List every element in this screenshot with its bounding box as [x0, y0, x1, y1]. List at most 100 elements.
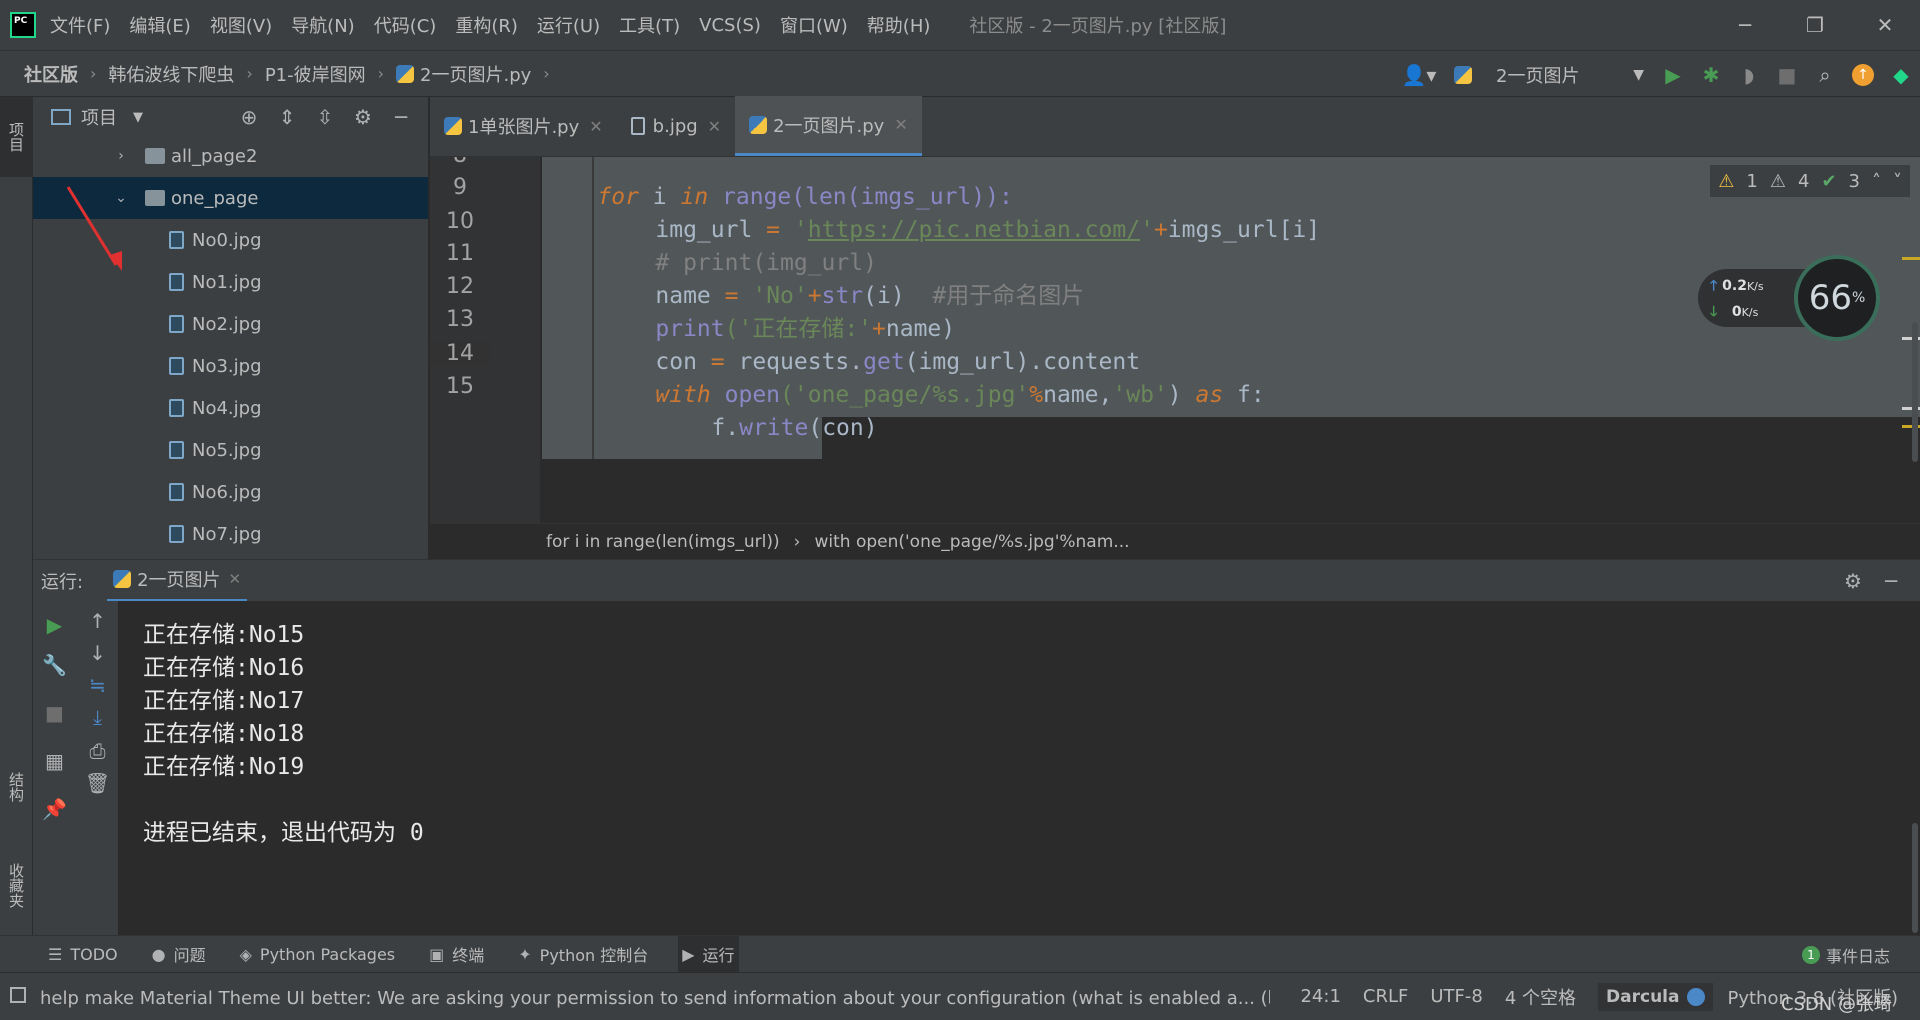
code-token: (con) [808, 415, 878, 441]
update-icon[interactable]: ↑ [1844, 51, 1882, 98]
tab-file-1[interactable]: 1单张图片.py ✕ [430, 96, 617, 156]
trash-icon[interactable]: 🗑 [76, 771, 119, 795]
tree-file[interactable]: No5.jpg [33, 429, 428, 471]
chevron-right-icon[interactable]: › [111, 148, 131, 164]
tree-item-label: No2.jpg [192, 313, 262, 335]
cursor-position[interactable]: 24:1 [1300, 986, 1340, 1007]
status-message[interactable]: help make Material Theme UI better: We a… [40, 984, 1270, 1010]
folder-icon [145, 148, 165, 164]
file-encoding[interactable]: UTF-8 [1430, 986, 1482, 1007]
project-panel: 项目 ▼ ⊕ ⇕ ⇳ ⚙ ─ › all_page2 ⌄ one_page No0.jp… [33, 97, 429, 559]
python-console-tool-button[interactable]: ✦ Python 控制台 [514, 936, 652, 973]
locate-icon[interactable]: ⊕ [230, 105, 268, 129]
stop-icon[interactable]: ■ [33, 701, 76, 725]
problems-tool-button[interactable]: ● 问题 [148, 936, 210, 973]
toggle-tool-windows-icon[interactable] [10, 987, 26, 1003]
run-tool-button[interactable]: ▶ 运行 [678, 935, 739, 973]
close-window-icon[interactable]: ✕ [1850, 13, 1920, 37]
todo-tool-button[interactable]: ☰ TODO [44, 936, 122, 973]
chevron-up-icon[interactable]: ˄ [1872, 171, 1881, 192]
close-icon[interactable]: ✕ [229, 570, 242, 588]
close-icon[interactable]: ✕ [894, 115, 907, 134]
code-editor[interactable]: 8 9 10 11 12 13 14 15 for i in range(len… [430, 157, 1920, 523]
menu-window[interactable]: 窗口(W) [780, 12, 848, 38]
code-breadcrumb-item[interactable]: with open('one_page/%s.jpg'%nam... [814, 532, 1129, 552]
line-number: 8 [430, 157, 490, 168]
menu-run[interactable]: 运行(U) [537, 12, 600, 38]
menu-file[interactable]: 文件(F) [50, 12, 110, 38]
breadcrumb-project[interactable]: 社区版 [24, 61, 78, 87]
scroll-to-end-icon[interactable]: ⤓ [76, 705, 119, 729]
chevron-right-icon: › [543, 64, 550, 83]
indent-setting[interactable]: 4 个空格 [1505, 984, 1576, 1010]
pin-icon[interactable]: 📌 [33, 797, 76, 821]
expand-all-icon[interactable]: ⇕ [268, 105, 306, 129]
layout-icon[interactable]: ▦ [33, 749, 76, 773]
coverage-icon[interactable]: ◗ [1730, 51, 1768, 98]
run-tab[interactable]: 2一页图片 ✕ [107, 560, 248, 602]
gear-icon[interactable]: ⚙ [1834, 569, 1872, 593]
terminal-tool-button[interactable]: ▣ 终端 [425, 936, 488, 973]
hide-panel-icon[interactable]: ─ [1872, 569, 1910, 593]
tab-label: 2一页图片.py [773, 115, 885, 137]
menu-help[interactable]: 帮助(H) [867, 12, 931, 38]
tab-file-2[interactable]: b.jpg ✕ [617, 96, 735, 156]
inspection-widget[interactable]: ⚠ 1 ⚠ 4 ✔ 3 ˄ ˅ [1710, 165, 1910, 197]
stop-icon[interactable]: ■ [1768, 51, 1806, 98]
arrow-down-icon[interactable]: ↓ [76, 641, 119, 665]
breadcrumb-file[interactable]: 2一页图片.py [396, 61, 531, 87]
rerun-icon[interactable]: ▶ [33, 613, 76, 637]
run-configuration-select[interactable]: 2一页图片 ▼ [1444, 62, 1654, 88]
favorites-tool-tab[interactable]: 收藏夹 [0, 835, 33, 935]
tab-file-3[interactable]: 2一页图片.py ✕ [735, 96, 922, 156]
chevron-down-icon[interactable]: ▼ [133, 110, 143, 125]
code-breadcrumb-item[interactable]: for i in range(len(imgs_url)) [546, 532, 780, 552]
collapse-all-icon[interactable]: ⇳ [306, 105, 344, 129]
soft-wrap-icon[interactable]: ≒ [76, 673, 119, 697]
python-packages-tool-button[interactable]: ◈ Python Packages [236, 936, 400, 973]
run-icon[interactable]: ▶ [1654, 51, 1692, 98]
run-toolbar-secondary: ↑ ↓ ≒ ⤓ ⎙ 🗑 [76, 601, 119, 935]
close-icon[interactable]: ✕ [708, 117, 721, 136]
project-tool-tab[interactable]: 项目 [0, 97, 33, 177]
info-icon: ● [151, 944, 166, 964]
code-token: f. [711, 415, 740, 441]
tree-file[interactable]: No3.jpg [33, 345, 428, 387]
menu-refactor[interactable]: 重构(R) [455, 12, 518, 38]
vertical-scrollbar[interactable] [1912, 322, 1918, 462]
menu-view[interactable]: 视图(V) [210, 12, 272, 38]
menu-code[interactable]: 代码(C) [374, 12, 437, 38]
debug-icon[interactable]: ✱ [1692, 51, 1730, 98]
run-console[interactable]: 正在存储:No15 正在存储:No16 正在存储:No17 正在存储:No18 … [119, 601, 1920, 935]
tree-file[interactable]: No4.jpg [33, 387, 428, 429]
menu-edit[interactable]: 编辑(E) [129, 12, 190, 38]
terminal-icon: ▣ [429, 944, 445, 964]
user-icon[interactable]: 👤▾ [1394, 51, 1444, 98]
chevron-down-icon[interactable]: ˅ [1893, 171, 1902, 192]
search-icon[interactable]: ⌕ [1806, 51, 1844, 98]
restore-icon[interactable]: ❐ [1780, 13, 1850, 37]
arrow-up-icon[interactable]: ↑ [76, 609, 119, 633]
tree-folder[interactable]: › all_page2 [33, 135, 428, 177]
tree-file[interactable]: No7.jpg [33, 513, 428, 555]
breadcrumb-folder[interactable]: 韩佑波线下爬虫 [108, 61, 234, 87]
gear-icon[interactable]: ⚙ [344, 105, 382, 129]
menu-navigate[interactable]: 导航(N) [291, 12, 355, 38]
plugin-icon[interactable]: ◆ [1882, 51, 1920, 98]
theme-indicator[interactable]: Darcula [1598, 982, 1714, 1011]
project-panel-title[interactable]: 项目 [81, 104, 117, 130]
minimize-icon[interactable]: ─ [1710, 13, 1780, 37]
tree-file[interactable]: No2.jpg [33, 303, 428, 345]
console-scrollbar[interactable] [1912, 823, 1918, 933]
breadcrumb-subfolder[interactable]: P1-彼岸图网 [265, 61, 366, 87]
menu-vcs[interactable]: VCS(S) [699, 15, 761, 36]
menu-tools[interactable]: 工具(T) [619, 12, 680, 38]
line-separator[interactable]: CRLF [1363, 986, 1408, 1007]
event-log-button[interactable]: 1 事件日志 [1801, 936, 1890, 973]
tree-file[interactable]: No6.jpg [33, 471, 428, 513]
wrench-icon[interactable]: 🔧 [33, 653, 76, 677]
close-icon[interactable]: ✕ [589, 117, 602, 136]
print-icon[interactable]: ⎙ [76, 739, 119, 763]
structure-tool-tab[interactable]: 结构 [0, 747, 33, 827]
hide-panel-icon[interactable]: ─ [382, 105, 420, 129]
